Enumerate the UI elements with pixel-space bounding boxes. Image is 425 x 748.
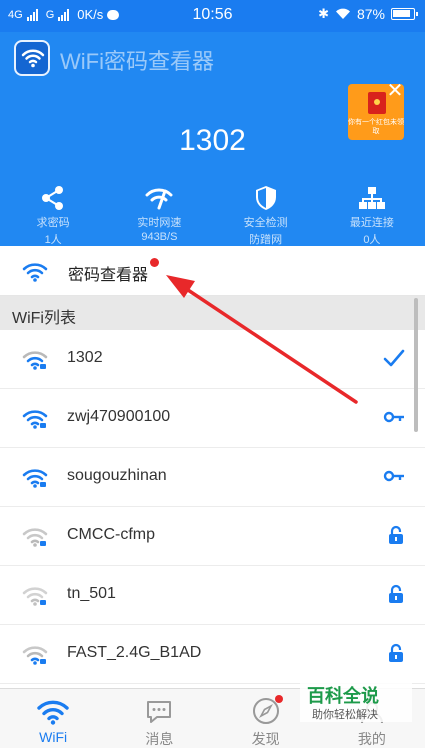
header: WiFi密码查看器 ✕ 你有一个红包未领取 1302 求密码 1人 实时网速 9… (0, 32, 425, 246)
nav-messages[interactable]: 消息 (106, 689, 212, 748)
wifi-signal-icon (22, 351, 48, 370)
wifi-list-title: WiFi列表 (12, 310, 76, 327)
watermark-subtitle: 助你轻松解决 (312, 709, 378, 721)
wifi-list: 1302 zwj470900100 sougouzhinan CMCC-cfmp (0, 330, 425, 684)
nav-label: 发现 (251, 731, 280, 747)
notification-dot (150, 258, 159, 267)
shield-icon (255, 186, 276, 210)
wifi-icon (22, 263, 48, 282)
stat-label: 实时网速 (137, 217, 182, 229)
lock-icon (389, 643, 403, 662)
wifi-row[interactable]: sougouzhinan (0, 448, 425, 507)
key-icon (383, 470, 404, 482)
notification-dot (274, 695, 283, 703)
wifi-signal-icon (22, 587, 48, 606)
lock-icon (389, 584, 403, 603)
stat-value: 943B/S (141, 231, 178, 243)
watermark-title: 百科全说 (307, 686, 379, 706)
password-viewer-row[interactable]: 密码查看器 (0, 246, 425, 296)
wifi-signal-icon (22, 528, 48, 547)
wifi-signal-icon (22, 469, 48, 488)
network-icon (358, 187, 385, 209)
connected-network-name: 1302 (179, 124, 246, 157)
nav-label: 我的 (357, 731, 386, 747)
wifi-row[interactable]: CMCC-cfmp (0, 507, 425, 566)
scrollbar[interactable] (414, 298, 418, 432)
nav-label: 消息 (145, 731, 174, 747)
nav-wifi[interactable]: WiFi (0, 689, 106, 748)
speed-icon (145, 188, 173, 210)
stat-value: 1人 (44, 234, 62, 246)
app-logo-icon (14, 40, 50, 76)
status-bar: 4G G 0K/s 10:56 ✱ 87% (0, 0, 425, 32)
wifi-ssid: tn_501 (67, 585, 116, 602)
stat-value: 防蹭网 (249, 234, 283, 246)
key-icon (383, 411, 404, 423)
stat-recent[interactable]: 最近连接 0人 (319, 184, 425, 246)
stat-ask-password[interactable]: 求密码 1人 (0, 184, 106, 246)
stat-value: 0人 (363, 234, 381, 246)
stat-label: 最近连接 (349, 217, 394, 229)
password-viewer-label: 密码查看器 (68, 267, 149, 284)
nav-label: WiFi (39, 729, 68, 745)
wifi-ssid: 1302 (67, 349, 103, 366)
wifi-ssid: sougouzhinan (67, 467, 167, 484)
battery-icon (391, 8, 418, 20)
stat-label: 安全检测 (243, 217, 288, 229)
wifi-ssid: CMCC-cfmp (67, 526, 155, 543)
check-icon (383, 349, 405, 367)
stat-label: 求密码 (36, 217, 70, 229)
stats-bar: 求密码 1人 实时网速 943B/S 安全检测 防蹭网 最近连接 0人 (0, 184, 425, 246)
watermark: 百科全说 助你轻松解决 (300, 680, 412, 722)
close-icon[interactable]: ✕ (384, 80, 406, 102)
wifi-ssid: zwj470900100 (67, 408, 171, 425)
wifi-ssid: FAST_2.4G_B1AD (67, 644, 202, 661)
wifi-icon (37, 700, 69, 725)
wifi-row[interactable]: zwj470900100 (0, 389, 425, 448)
wifi-row[interactable]: 1302 (0, 330, 425, 389)
wifi-signal-icon (22, 410, 48, 429)
wifi-row[interactable]: tn_501 (0, 566, 425, 625)
stat-speed[interactable]: 实时网速 943B/S (106, 184, 212, 246)
stat-security[interactable]: 安全检测 防蹭网 (213, 184, 319, 246)
wifi-status-icon (335, 8, 350, 19)
lock-icon (389, 525, 403, 544)
app-title: WiFi密码查看器 (60, 49, 214, 74)
wifi-signal-icon (22, 646, 48, 665)
bluetooth-icon: ✱ (318, 6, 329, 21)
share-icon (42, 186, 64, 210)
wifi-row[interactable]: FAST_2.4G_B1AD (0, 625, 425, 684)
battery-percent: 87% (356, 6, 385, 22)
wifi-list-header: WiFi列表 (0, 296, 425, 330)
message-icon (147, 701, 172, 723)
